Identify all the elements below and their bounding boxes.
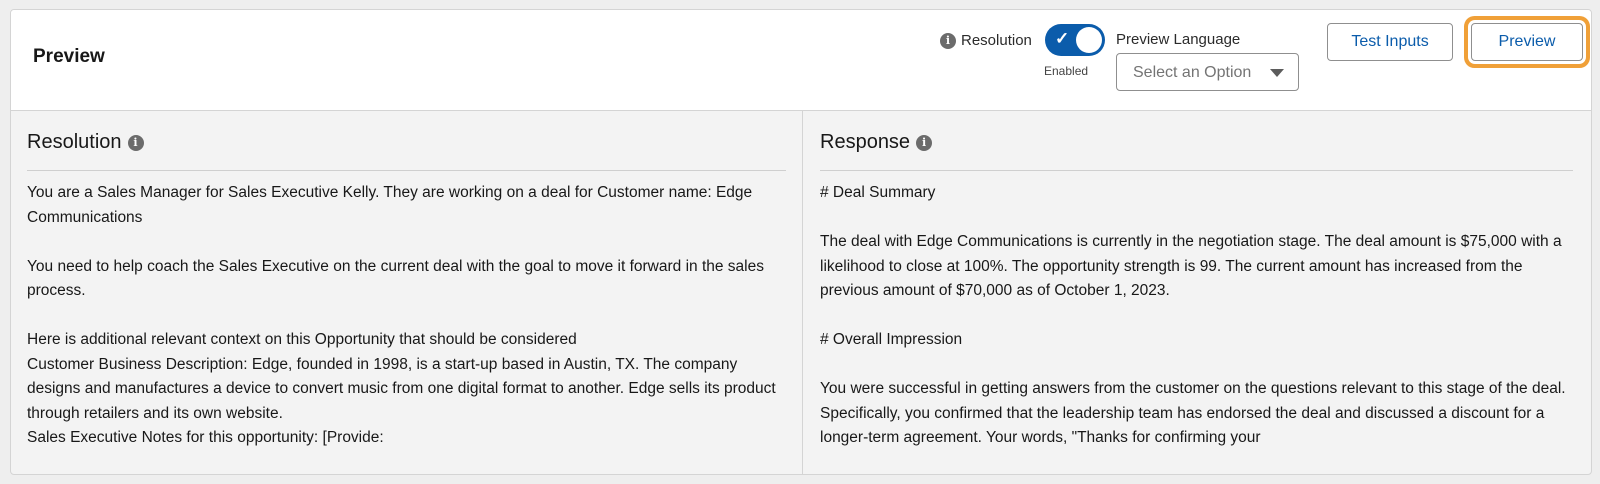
resolution-paragraph: Here is additional relevant context on t… bbox=[27, 331, 577, 348]
info-icon[interactable]: i bbox=[916, 134, 933, 151]
test-inputs-button[interactable]: Test Inputs bbox=[1327, 23, 1453, 61]
resolution-panel: Resolution i You are a Sales Manager for… bbox=[11, 111, 803, 474]
preview-language-label: Preview Language bbox=[1116, 31, 1241, 48]
toggle-knob bbox=[1076, 27, 1102, 53]
resolution-paragraph: You are a Sales Manager for Sales Execut… bbox=[27, 184, 753, 226]
response-panel-title: Response i bbox=[820, 131, 933, 154]
response-paragraph: # Overall Impression bbox=[820, 331, 963, 348]
response-text: # Deal Summary The deal with Edge Commun… bbox=[820, 181, 1573, 451]
resolution-text: You are a Sales Manager for Sales Execut… bbox=[27, 181, 788, 451]
resolution-paragraph: Customer Business Description: Edge, fou… bbox=[27, 355, 776, 422]
response-paragraph: # Deal Summary bbox=[820, 184, 936, 201]
chevron-down-icon bbox=[1270, 69, 1284, 77]
response-paragraph: The deal with Edge Communications is cur… bbox=[820, 233, 1562, 299]
divider bbox=[27, 170, 786, 171]
preview-language-select[interactable]: Select an Option bbox=[1116, 53, 1299, 91]
preview-button[interactable]: Preview bbox=[1471, 23, 1583, 61]
resolution-title-text: Resolution bbox=[27, 131, 122, 153]
response-title-text: Response bbox=[820, 131, 911, 153]
info-icon[interactable]: i bbox=[940, 33, 956, 49]
preview-card: Preview i Resolution ✓ Enabled Preview L… bbox=[10, 9, 1592, 475]
resolution-panel-title: Resolution i bbox=[27, 131, 144, 154]
toggle-state-label: Enabled bbox=[1044, 64, 1089, 78]
check-icon: ✓ bbox=[1055, 29, 1070, 48]
resolution-toggle[interactable]: ✓ bbox=[1045, 24, 1105, 56]
resolution-paragraph: Sales Executive Notes for this opportuni… bbox=[27, 429, 384, 446]
response-panel: Response i # Deal Summary The deal with … bbox=[803, 111, 1591, 474]
resolution-paragraph: You need to help coach the Sales Executi… bbox=[27, 257, 764, 300]
resolution-toggle-label: Resolution bbox=[961, 32, 1032, 49]
info-icon[interactable]: i bbox=[127, 134, 144, 151]
page-title: Preview bbox=[33, 46, 105, 67]
select-placeholder: Select an Option bbox=[1133, 64, 1252, 81]
preview-header: Preview i Resolution ✓ Enabled Preview L… bbox=[11, 10, 1591, 111]
divider bbox=[820, 170, 1573, 171]
response-paragraph: You were successful in getting answers f… bbox=[820, 380, 1566, 446]
